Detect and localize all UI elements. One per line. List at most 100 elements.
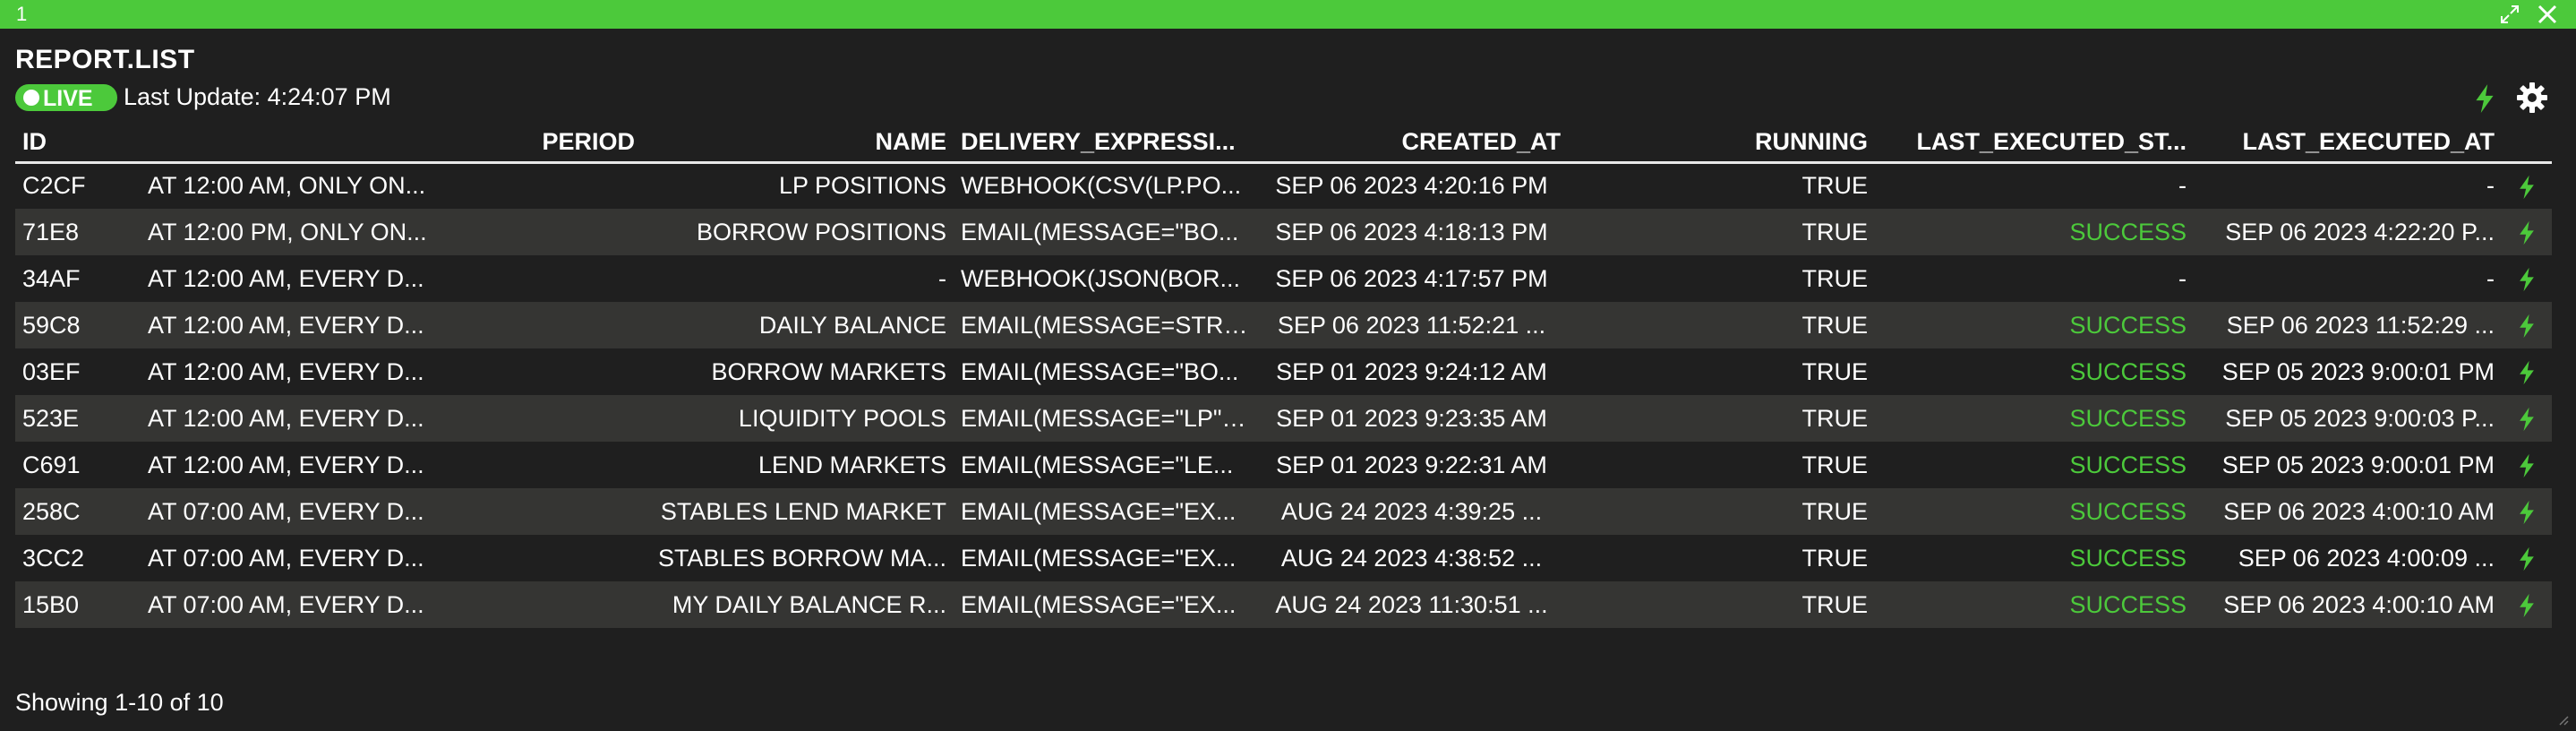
table-row[interactable]: 258C AT 07:00 AM, EVERY D... STABLES LEND … <box>15 488 2552 535</box>
run-report-button[interactable] <box>2502 395 2552 442</box>
cell-id: 59C8 <box>15 302 141 348</box>
cell-id: 258C <box>15 488 141 535</box>
cell-id: 71E8 <box>15 209 141 255</box>
cell-last-executed-status: SUCCESS <box>1875 581 2194 628</box>
lightning-bolt-icon <box>2520 268 2534 292</box>
report-table: ID PERIOD NAME DELIVERY_EXPRESSI... CREA… <box>15 123 2552 628</box>
cell-delivery-expression: EMAIL(MESSAGE="BO... <box>961 357 1239 385</box>
run-report-button[interactable] <box>2502 348 2552 395</box>
run-report-button[interactable] <box>2502 255 2552 302</box>
run-report-button[interactable] <box>2502 302 2552 348</box>
cell-period: AT 07:00 AM, EVERY D... <box>141 488 642 535</box>
expand-icon[interactable] <box>2497 2 2522 27</box>
cell-running: TRUE <box>1801 544 1869 572</box>
lightning-bolt-icon <box>2520 501 2534 525</box>
cell-created-at: SEP 06 2023 4:18:13 PM <box>1255 209 1568 255</box>
cell-created-at: AUG 24 2023 11:30:51 ... <box>1255 581 1568 628</box>
column-header-delivery-expression[interactable]: DELIVERY_EXPRESSI... <box>954 123 1255 164</box>
column-header-running[interactable]: RUNNING <box>1568 123 1875 164</box>
cell-last-executed-status: - <box>2178 172 2187 200</box>
cell-id: C2CF <box>22 172 86 200</box>
cell-period: AT 12:00 PM, ONLY ON... <box>141 209 642 255</box>
column-header-name[interactable]: NAME <box>642 123 954 164</box>
cell-name: MY DAILY BALANCE R... <box>642 581 954 628</box>
cell-id: 34AF <box>22 264 81 292</box>
cell-name: LP POSITIONS <box>778 172 946 200</box>
cell-last-executed-status: SUCCESS <box>2069 357 2187 385</box>
lightning-bolt-icon <box>2520 176 2534 200</box>
cell-created-at: AUG 24 2023 4:38:52 ... <box>1280 544 1543 572</box>
window-number: 1 <box>16 3 28 25</box>
cell-created-at: SEP 06 2023 4:20:16 PM <box>1275 172 1548 200</box>
cell-last-executed-at: - <box>2486 172 2495 200</box>
close-icon[interactable] <box>2535 2 2560 27</box>
pagination-summary: Showing 1-10 of 10 <box>15 689 224 716</box>
column-header-period[interactable]: PERIOD <box>141 123 642 164</box>
cell-id: 15B0 <box>15 581 141 628</box>
cell-delivery-expression: EMAIL(MESSAGE="EX... <box>954 581 1255 628</box>
run-report-button[interactable] <box>2502 162 2552 209</box>
cell-id: 523E <box>15 395 141 442</box>
table-row[interactable]: C691 AT 12:00 AM, EVERY D... LEND MARKETS E… <box>15 442 2552 488</box>
cell-running: TRUE <box>1568 302 1875 348</box>
table-row[interactable]: 59C8 AT 12:00 AM, EVERY D... DAILY BALANCE… <box>15 302 2552 348</box>
run-report-button[interactable] <box>2502 581 2552 628</box>
gear-icon[interactable] <box>2516 82 2548 114</box>
column-header-last-executed-status[interactable]: LAST_EXECUTED_ST... <box>1875 123 2194 164</box>
cell-last-executed-status: SUCCESS <box>1875 209 2194 255</box>
cell-created-at: SEP 01 2023 9:22:31 AM <box>1276 451 1547 478</box>
cell-period: AT 12:00 AM, EVERY D... <box>141 302 642 348</box>
cell-delivery-expression: EMAIL(MESSAGE=STRI... <box>954 302 1255 348</box>
window-titlebar: 1 <box>0 0 2576 29</box>
cell-delivery-expression: EMAIL(MESSAGE="LE... <box>961 451 1234 478</box>
cell-name: BORROW POSITIONS <box>642 209 954 255</box>
table-row[interactable]: 3CC2 AT 07:00 AM, EVERY D... STABLES BORRO… <box>15 535 2552 581</box>
column-header-last-executed-at[interactable]: LAST_EXECUTED_AT <box>2194 123 2502 164</box>
table-header-row: ID PERIOD NAME DELIVERY_EXPRESSI... CREA… <box>15 123 2552 164</box>
table-row[interactable]: C2CF AT 12:00 AM, ONLY ON... LP POSITIONS W… <box>15 162 2552 209</box>
column-header-actions <box>2502 123 2552 164</box>
cell-id: 3CC2 <box>22 544 85 572</box>
cell-period: AT 12:00 AM, EVERY D... <box>141 395 642 442</box>
cell-name: LEND MARKETS <box>757 451 946 478</box>
table-row[interactable]: 34AF AT 12:00 AM, EVERY D... - WEBHOOK(JSON… <box>15 255 2552 302</box>
cell-period: AT 12:00 AM, ONLY ON... <box>148 172 426 200</box>
cell-running: TRUE <box>1568 488 1875 535</box>
lightning-bolt-icon[interactable] <box>2471 83 2498 114</box>
run-report-button[interactable] <box>2502 442 2552 488</box>
run-report-button[interactable] <box>2502 209 2552 255</box>
live-dot-icon <box>23 90 39 106</box>
resize-grip-icon[interactable] <box>2556 713 2569 726</box>
lightning-bolt-icon <box>2520 314 2534 339</box>
table-row[interactable]: 523E AT 12:00 AM, EVERY D... LIQUIDITY POO… <box>15 395 2552 442</box>
cell-created-at: AUG 24 2023 4:39:25 ... <box>1255 488 1568 535</box>
cell-created-at: SEP 01 2023 9:23:35 AM <box>1255 395 1568 442</box>
cell-period: AT 07:00 AM, EVERY D... <box>148 544 424 572</box>
table-row[interactable]: 71E8 AT 12:00 PM, ONLY ON... BORROW POSITI… <box>15 209 2552 255</box>
run-report-button[interactable] <box>2502 488 2552 535</box>
cell-last-executed-status: - <box>2178 264 2187 292</box>
table-row[interactable]: 15B0 AT 07:00 AM, EVERY D... MY DAILY BALA… <box>15 581 2552 628</box>
cell-last-executed-status: SUCCESS <box>2069 451 2187 478</box>
cell-last-executed-at: - <box>2486 264 2495 292</box>
cell-created-at: SEP 01 2023 9:24:12 AM <box>1276 357 1547 385</box>
cell-last-executed-at: SEP 05 2023 9:00:01 PM <box>2221 357 2495 385</box>
cell-running: TRUE <box>1568 209 1875 255</box>
cell-last-executed-status: SUCCESS <box>1875 302 2194 348</box>
table-row[interactable]: 03EF AT 12:00 AM, EVERY D... BORROW MARKET… <box>15 348 2552 395</box>
cell-id: 03EF <box>22 357 81 385</box>
cell-name: BORROW MARKETS <box>711 357 946 385</box>
run-report-button[interactable] <box>2502 535 2552 581</box>
column-header-created-at[interactable]: CREATED_AT <box>1255 123 1568 164</box>
cell-last-executed-status: SUCCESS <box>1875 395 2194 442</box>
page-title: REPORT.LIST <box>15 45 195 74</box>
lightning-bolt-icon <box>2520 594 2534 618</box>
cell-last-executed-status: SUCCESS <box>1875 488 2194 535</box>
column-header-id[interactable]: ID <box>15 123 141 164</box>
cell-period: AT 12:00 AM, EVERY D... <box>148 357 424 385</box>
lightning-bolt-icon <box>2520 221 2534 245</box>
cell-running: TRUE <box>1568 395 1875 442</box>
cell-last-executed-status: SUCCESS <box>2069 544 2187 572</box>
cell-last-executed-at: SEP 06 2023 11:52:29 ... <box>2194 302 2502 348</box>
last-update-text: Last Update: 4:24:07 PM <box>124 83 391 110</box>
